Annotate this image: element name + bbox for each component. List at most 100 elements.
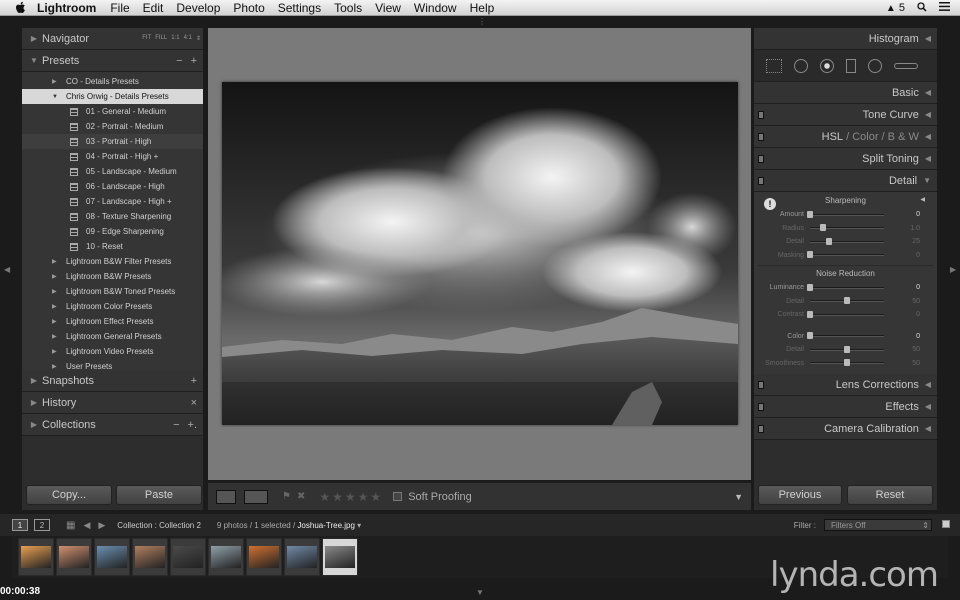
filmstrip-thumbnail[interactable] [94,538,130,576]
collapsed-triangle-icon[interactable]: ▶ [52,258,62,265]
filmstrip-thumbnail[interactable] [208,538,244,576]
menu-app[interactable]: Lightroom [37,1,96,15]
detail-header[interactable]: Detail ▼ [754,170,937,192]
panel-switch-icon[interactable] [758,424,764,433]
copy-settings-button[interactable]: Copy... [26,485,112,505]
slider-value[interactable]: 25 [884,238,920,245]
filmstrip-thumbnail[interactable] [132,538,168,576]
main-photo[interactable] [222,82,738,425]
filter-lock-icon[interactable] [942,520,950,528]
photo-count[interactable]: 9 photos / 1 selected / Joshua-Tree.jpg … [217,521,361,530]
preset-folder[interactable]: ▶ Lightroom General Presets [22,329,203,344]
preset-item[interactable]: 01 - General - Medium [22,104,203,119]
panel-switch-icon[interactable] [758,402,764,411]
slider-knob[interactable] [844,297,850,305]
navigator-header[interactable]: ▶ Navigator FIT FILL 1:1 4:1 ⇕ [22,28,203,50]
menu-help[interactable]: Help [470,1,495,15]
left-panel-arrow-icon[interactable]: ◀ [4,265,10,274]
filmstrip-thumbnail[interactable] [284,538,320,576]
panel-switch-icon[interactable] [758,132,764,141]
soft-proofing-toggle[interactable]: Soft Proofing [393,491,472,503]
preset-item[interactable]: 07 - Landscape - High + [22,194,203,209]
spot-removal-tool-icon[interactable] [794,58,808,73]
tone-curve-header[interactable]: Tone Curve ◀ [754,104,937,126]
loupe-view-button[interactable] [216,489,236,504]
grid-view-icon[interactable]: ▦ [66,520,75,531]
basic-header[interactable]: Basic ◀ [754,82,937,104]
slider-knob[interactable] [807,310,813,318]
collapsed-triangle-icon[interactable]: ▶ [52,333,62,340]
collapsed-triangle-icon[interactable]: ▶ [52,318,62,325]
zoom-4-1[interactable]: 4:1 [184,35,192,42]
slider-value[interactable]: 0 [884,284,920,291]
slider-track[interactable] [810,345,884,353]
add-preset-button[interactable]: + [191,55,197,67]
slider-track[interactable] [810,297,884,305]
soft-proofing-checkbox[interactable] [393,492,403,501]
adjustment-brush-tool-icon[interactable] [894,62,918,69]
slider-knob[interactable] [807,283,813,291]
back-arrow-icon[interactable]: ◀ [83,520,90,531]
slider-track[interactable] [807,210,884,218]
preset-folder[interactable]: ▶ Lightroom B&W Filter Presets [22,254,203,269]
bw-tab[interactable]: B & W [888,131,919,143]
adobe-status[interactable]: ▲ 5 [886,2,905,14]
filmstrip-thumbnail[interactable] [322,538,358,576]
slider-knob[interactable] [807,210,813,218]
radial-filter-tool-icon[interactable] [868,58,882,73]
collapsed-triangle-icon[interactable]: ▶ [52,303,62,310]
spotlight-icon[interactable] [917,1,927,15]
top-panel-arrow-icon[interactable]: ⋮ [478,17,486,26]
right-panel-arrow-icon[interactable]: ▶ [950,265,956,274]
before-after-view-button[interactable] [244,489,268,504]
menu-view[interactable]: View [375,1,401,15]
filmstrip-thumbnail[interactable] [56,538,92,576]
forward-arrow-icon[interactable]: ▶ [98,520,105,531]
slider-knob[interactable] [825,237,832,245]
remove-collection-button[interactable]: − [173,419,179,431]
collapsed-triangle-icon[interactable]: ▶ [52,363,62,370]
preset-item[interactable]: 04 - Portrait - High + [22,149,203,164]
flag-reject-icon[interactable]: ✖ [297,491,305,502]
toolbar-menu-icon[interactable]: ▼ [734,492,743,502]
expanded-triangle-icon[interactable]: ▼ [52,94,62,100]
split-toning-header[interactable]: Split Toning ◀ [754,148,937,170]
preset-item[interactable]: 05 - Landscape - Medium [22,164,203,179]
hsl-header[interactable]: HSL / Color / B & W ◀ [754,126,937,148]
crop-tool-icon[interactable] [766,58,782,73]
preset-folder[interactable]: ▼ Chris Orwig - Details Presets [22,89,203,104]
effects-header[interactable]: Effects ◀ [754,396,937,418]
preset-item[interactable]: 10 - Reset [22,239,203,254]
flag-pick-icon[interactable]: ⚑ [282,491,291,502]
preset-folder[interactable]: ▶ CO - Details Presets [22,74,203,89]
menu-develop[interactable]: Develop [176,1,220,15]
preset-item[interactable]: 09 - Edge Sharpening [22,224,203,239]
apple-icon[interactable] [13,1,27,15]
warning-icon[interactable]: ! [764,198,776,210]
reset-button[interactable]: Reset [847,485,933,505]
previous-button[interactable]: Previous [758,485,842,505]
star-icon[interactable]: ★ [332,490,343,504]
remove-preset-button[interactable]: − [176,55,182,67]
slider-track[interactable] [807,251,884,259]
collapsed-triangle-icon[interactable]: ▶ [52,348,62,355]
star-icon[interactable]: ★ [345,490,356,504]
slider-value[interactable]: 0 [884,311,920,318]
menu-settings[interactable]: Settings [278,1,321,15]
color-tab[interactable]: Color [852,131,878,143]
preset-folder[interactable]: ▶ Lightroom Color Presets [22,299,203,314]
graduated-filter-tool-icon[interactable] [846,58,856,73]
presets-header[interactable]: ▼ Presets − + [22,50,203,72]
panel-switch-icon[interactable] [758,154,764,163]
zoom-1-1[interactable]: 1:1 [171,35,179,42]
source-path[interactable]: Collection : Collection 2 [117,521,201,530]
collapsed-triangle-icon[interactable]: ▶ [52,78,62,85]
collections-header[interactable]: ▶ Collections − +. [22,414,203,436]
slider-value[interactable]: 0 [884,333,920,340]
preset-folder[interactable]: ▶ Lightroom B&W Presets [22,269,203,284]
camera-calibration-header[interactable]: Camera Calibration ◀ [754,418,937,440]
collapsed-triangle-icon[interactable]: ▶ [52,273,62,280]
menu-photo[interactable]: Photo [233,1,264,15]
hsl-tab[interactable]: HSL [822,131,843,143]
sharpening-collapse-icon[interactable]: ◀ [920,196,925,203]
